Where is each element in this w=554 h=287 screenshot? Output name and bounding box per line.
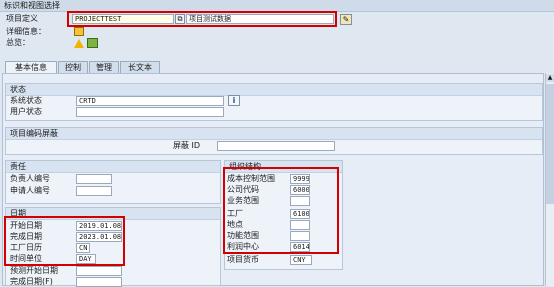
responsible-label: 负责人编号 — [10, 174, 50, 183]
wbs-icon[interactable] — [74, 27, 84, 36]
highlight-dates — [4, 216, 125, 266]
system-status-field: CRTD — [76, 96, 224, 106]
currency-field[interactable]: CNY — [290, 255, 312, 265]
tab-admin[interactable]: 管理 — [89, 61, 119, 73]
mask-id-field[interactable] — [217, 141, 335, 151]
info-icon[interactable]: i — [228, 95, 240, 106]
tab-control[interactable]: 控制 — [58, 61, 88, 73]
mask-group-title: 项目编码屏蔽 — [6, 128, 542, 140]
network-icon[interactable] — [87, 38, 98, 48]
system-status-label: 系统状态 — [10, 96, 42, 105]
project-def-label: 项目定义 — [6, 14, 38, 23]
user-status-label: 用户状态 — [10, 107, 42, 116]
tab-long-text[interactable]: 长文本 — [120, 61, 160, 73]
forecast-start-label: 预测开始日期 — [10, 266, 58, 275]
responsibility-group-title: 责任 — [6, 161, 220, 173]
mask-id-label: 屏蔽 ID — [173, 141, 201, 150]
status-group-title: 状态 — [6, 84, 542, 96]
forecast-start-field[interactable] — [76, 266, 122, 276]
applicant-field[interactable] — [76, 186, 112, 196]
highlight-org — [223, 167, 339, 254]
detail-info-label: 详细信息： — [6, 27, 46, 36]
user-status-field[interactable] — [76, 107, 224, 117]
responsible-field[interactable] — [76, 174, 112, 184]
edit-pencil-icon[interactable]: ✎ — [340, 14, 352, 25]
highlight-project — [67, 11, 337, 27]
scroll-thumb[interactable] — [546, 84, 554, 204]
applicant-label: 申请人编号 — [10, 186, 50, 195]
warning-triangle-icon[interactable] — [74, 39, 84, 48]
overview-label: 总览： — [6, 38, 30, 47]
scroll-up-icon[interactable]: ▲ — [546, 74, 554, 82]
section-title: 标识和视图选择 — [4, 1, 60, 10]
currency-label: 项目货币 — [227, 255, 259, 264]
